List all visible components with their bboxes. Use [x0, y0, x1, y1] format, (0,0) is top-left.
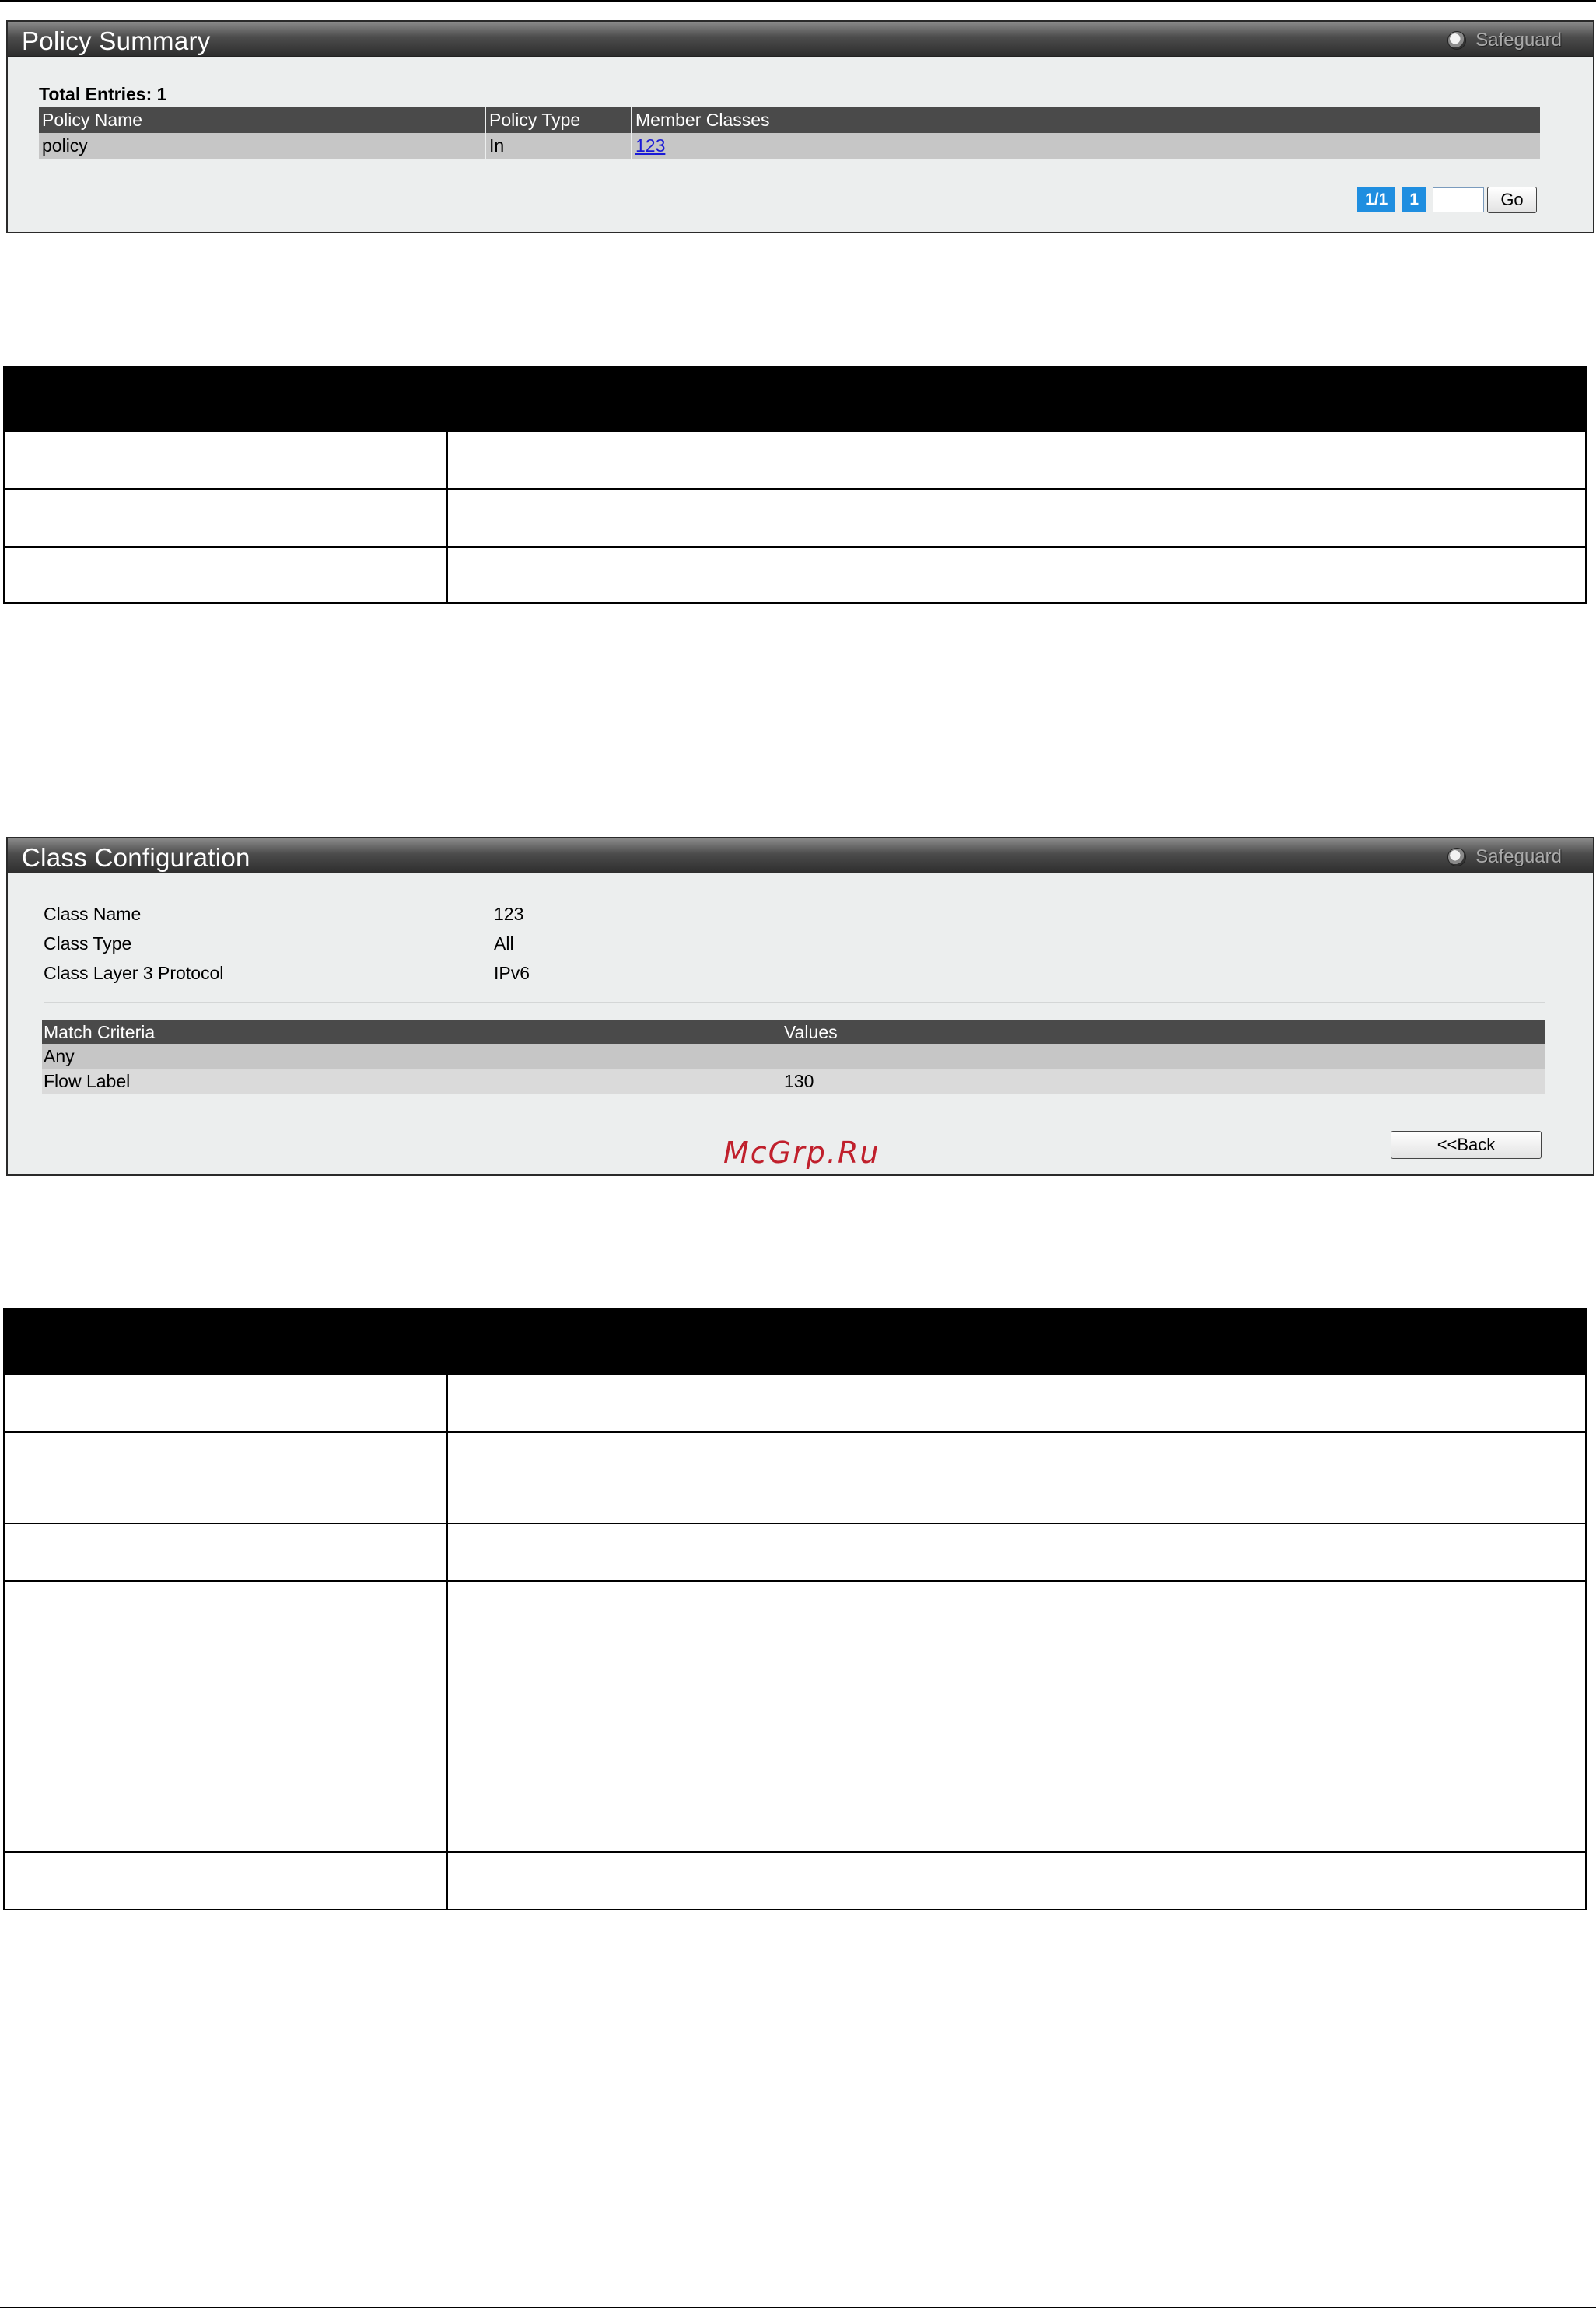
class-layer3-protocol-value: IPv6	[494, 963, 530, 983]
parameter-table-1	[3, 366, 1587, 604]
match-criteria-cell: Any	[42, 1044, 782, 1069]
safeguard-indicator: Safeguard	[1447, 30, 1562, 51]
class-layer3-protocol-label: Class Layer 3 Protocol	[44, 963, 224, 983]
safeguard-status-icon	[1447, 848, 1467, 866]
class-configuration-header: Class Configuration Safeguard	[8, 838, 1593, 873]
page-info-badge: 1/1	[1357, 187, 1396, 212]
safeguard-label: Safeguard	[1475, 846, 1562, 867]
column-header-values: Values	[782, 1020, 1545, 1044]
class-name-label: Class Name	[44, 904, 142, 924]
table-row	[3, 546, 1587, 604]
class-name-value: 123	[494, 904, 524, 924]
table-header-row	[3, 366, 1587, 432]
match-criteria-cell: Flow Label	[42, 1069, 782, 1094]
bottom-page-rule	[0, 2307, 1596, 2308]
go-button[interactable]: Go	[1487, 187, 1537, 213]
table-row	[3, 1580, 1587, 1853]
table-row	[3, 1851, 1587, 1910]
parameter-table-2	[3, 1308, 1587, 1910]
table-row	[3, 431, 1587, 490]
column-header-match-criteria: Match Criteria	[42, 1020, 782, 1044]
safeguard-label: Safeguard	[1475, 30, 1562, 51]
table-row	[3, 1523, 1587, 1582]
policy-summary-panel: Policy Summary Safeguard Total Entries: …	[6, 20, 1594, 233]
member-class-link[interactable]: 123	[635, 135, 665, 156]
match-criteria-table: Match Criteria Values Any Flow Label 130	[42, 1020, 1545, 1094]
match-criteria-header: Match Criteria Values	[42, 1020, 1545, 1044]
policy-name-cell: policy	[39, 133, 486, 159]
page-number-button[interactable]: 1	[1402, 187, 1426, 212]
section-divider	[44, 1002, 1545, 1003]
class-type-value: All	[494, 933, 514, 954]
total-entries: Total Entries: 1	[39, 84, 167, 104]
policy-table-header: Policy Name Policy Type Member Classes	[39, 107, 1540, 133]
class-configuration-title: Class Configuration	[22, 843, 250, 872]
safeguard-indicator: Safeguard	[1447, 846, 1562, 868]
table-row: Flow Label 130	[42, 1069, 1545, 1094]
pagination: 1/1 1 Go	[1357, 187, 1537, 213]
safeguard-status-icon	[1447, 31, 1467, 50]
table-row: Any	[42, 1044, 1545, 1069]
policy-summary-header: Policy Summary Safeguard	[8, 22, 1593, 57]
table-row	[3, 1374, 1587, 1433]
table-row	[3, 488, 1587, 548]
class-type-label: Class Type	[44, 933, 132, 954]
table-header-row	[3, 1308, 1587, 1375]
column-header-policy-name: Policy Name	[39, 107, 486, 133]
back-button[interactable]: <<Back	[1391, 1131, 1542, 1159]
match-value-cell: 130	[782, 1069, 1545, 1094]
column-header-policy-type: Policy Type	[485, 107, 632, 133]
member-classes-cell: 123	[632, 133, 1540, 159]
table-row	[3, 1431, 1587, 1524]
page-number-input[interactable]	[1433, 187, 1484, 212]
top-page-rule	[0, 0, 1596, 2]
watermark-text: McGrp.Ru	[723, 1136, 880, 1170]
class-configuration-panel: Class Configuration Safeguard Class Name…	[6, 837, 1594, 1176]
table-row: policy In 123	[39, 133, 1540, 159]
policy-summary-title: Policy Summary	[22, 26, 211, 55]
policy-type-cell: In	[485, 133, 632, 159]
policy-table: Policy Name Policy Type Member Classes p…	[39, 107, 1540, 159]
match-value-cell	[782, 1044, 1545, 1069]
column-header-member-classes: Member Classes	[632, 107, 1540, 133]
